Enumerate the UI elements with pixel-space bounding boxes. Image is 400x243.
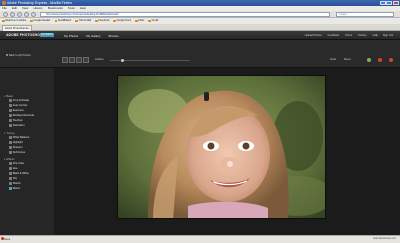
hue-icon — [9, 167, 12, 170]
black-white-icon — [9, 172, 12, 175]
express-badge: EXPRESS — [40, 33, 54, 37]
address-bar[interactable]: http://www.photoshop.com/express/landing… — [40, 12, 330, 17]
sharpen-icon — [9, 146, 12, 149]
tool-exposure[interactable]: Exposure — [9, 109, 24, 112]
section-basic[interactable]: Basic — [4, 94, 13, 98]
view-single-icon[interactable] — [62, 57, 68, 63]
view-compare-icon[interactable] — [69, 57, 75, 63]
home-icon[interactable] — [31, 12, 36, 17]
sign-out-link[interactable]: Sign Out — [383, 34, 393, 37]
tool-pop-color[interactable]: Pop Color — [9, 162, 24, 165]
app-logo: ADOBE PHOTOSHOP — [6, 33, 43, 38]
forward-arrow-icon[interactable] — [10, 12, 15, 17]
save-icon[interactable] — [367, 57, 371, 62]
tool-red-eye[interactable]: Red-Eye Removal — [9, 114, 34, 117]
nav-browse[interactable]: Browse — [109, 34, 119, 38]
tool-crop-rotate[interactable]: Crop & Rotate — [9, 99, 29, 102]
undo-button[interactable]: Undo — [330, 58, 336, 61]
highlight-icon — [9, 141, 12, 144]
soft-focus-icon — [9, 151, 12, 154]
bookmark-icon — [148, 19, 151, 22]
bookmark-icon — [30, 19, 33, 22]
saturation-icon — [9, 124, 12, 127]
edited-photo[interactable] — [117, 75, 326, 219]
sketch-icon — [9, 182, 12, 185]
status-text: Done — [4, 238, 11, 241]
tool-highlight[interactable]: Highlight — [9, 141, 23, 144]
cancel-icon[interactable] — [378, 57, 382, 62]
view-split-icon[interactable] — [76, 57, 82, 63]
section-effects[interactable]: Effects — [4, 157, 14, 161]
nav-privacy[interactable]: Privacy — [358, 34, 367, 37]
nav-my-gallery[interactable]: My Gallery — [86, 34, 100, 38]
back-arrow-icon[interactable] — [3, 12, 8, 17]
zoom-label: Actions — [95, 58, 104, 62]
tool-distort[interactable]: Distort — [9, 187, 20, 190]
stop-icon[interactable] — [24, 12, 29, 17]
zoom-slider-handle[interactable] — [120, 58, 124, 62]
tool-saturation[interactable]: Saturation — [9, 124, 25, 127]
distort-icon — [9, 187, 12, 190]
reset-button[interactable]: Reset — [344, 58, 351, 61]
touchup-icon — [9, 119, 12, 122]
bookmark-icon — [113, 19, 116, 22]
tool-white-balance[interactable]: White Balance — [9, 136, 29, 139]
auto-correct-icon — [9, 104, 12, 107]
nav-upload[interactable]: Upload Photos — [305, 34, 322, 37]
nav-help[interactable]: Help — [373, 34, 378, 37]
window-title: Adobe Photoshop Express - Mozilla Firefo… — [7, 1, 73, 5]
tool-hue[interactable]: Hue — [9, 167, 17, 170]
close-icon[interactable] — [393, 0, 399, 5]
nav-my-photos[interactable]: My Photos — [64, 34, 78, 38]
back-to-photos-button[interactable]: Back to My Photos — [6, 54, 31, 57]
minimize-icon[interactable] — [379, 0, 386, 5]
search-input[interactable]: Google — [336, 12, 394, 17]
bookmark-icon — [75, 19, 78, 22]
bookmark-icon — [2, 19, 5, 22]
reload-icon[interactable] — [17, 12, 22, 17]
tool-auto-correct[interactable]: Auto Correct — [9, 104, 27, 107]
bookmark-icon — [54, 19, 58, 22]
nav-feedback[interactable]: Feedback — [328, 34, 339, 37]
bookmark-icon — [95, 19, 98, 22]
tool-sketch[interactable]: Sketch — [9, 182, 21, 185]
editor-toolbar — [0, 40, 400, 68]
photo-image — [118, 76, 325, 218]
navigation-toolbar: http://www.photoshop.com/express/landing… — [0, 11, 400, 18]
bookmark-icon — [135, 19, 138, 22]
tint-icon — [9, 177, 12, 180]
section-tuning[interactable]: Tuning — [4, 131, 14, 135]
nav-terms[interactable]: Terms — [345, 34, 352, 37]
red-eye-icon — [9, 114, 12, 117]
close-editor-icon[interactable] — [389, 57, 393, 62]
firefox-icon — [1, 1, 6, 5]
tool-tint[interactable]: Tint — [9, 177, 17, 180]
maximize-icon[interactable] — [386, 0, 393, 5]
view-fit-icon[interactable] — [83, 57, 89, 63]
exposure-icon — [9, 109, 12, 112]
tab-strip: Adobe Photoshop Ex... — [0, 23, 400, 31]
white-balance-icon — [9, 136, 12, 139]
window-controls — [379, 0, 399, 5]
tool-black-white[interactable]: Black & White — [9, 172, 29, 175]
tool-touchup[interactable]: Touchup — [9, 119, 23, 122]
status-domain: www.photoshop.com — [372, 237, 396, 240]
main-nav: My Photos My Gallery Browse — [64, 34, 119, 38]
pop-color-icon — [9, 162, 12, 165]
tool-sharpen[interactable]: Sharpen — [9, 146, 23, 149]
crop-icon — [9, 99, 12, 102]
status-icon — [1, 237, 4, 240]
user-nav: Upload Photos Feedback Terms Privacy Hel… — [305, 34, 378, 37]
tool-soft-focus[interactable]: Soft Focus — [9, 151, 25, 154]
status-bar: Done — [0, 235, 400, 243]
